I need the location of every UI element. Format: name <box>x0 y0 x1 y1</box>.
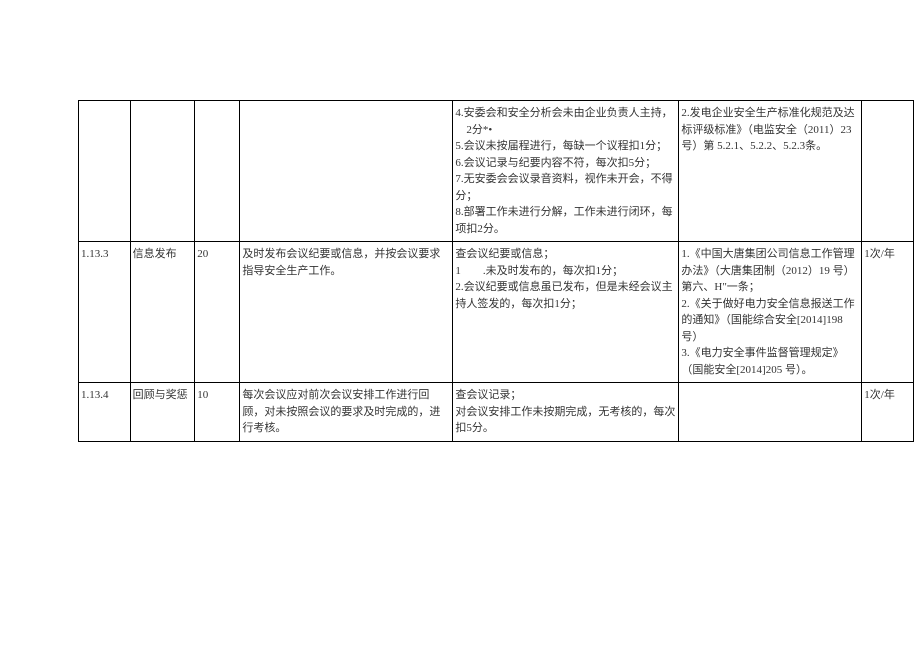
criteria-table: 4.安委会和安全分析会未由企业负责人主持， 2分*• 5.会议未按届程进行，每缺… <box>78 100 914 442</box>
cell-score <box>195 101 240 242</box>
cell-name <box>130 101 195 242</box>
cell-freq: 1次/年 <box>862 242 914 383</box>
cell-desc: 及时发布会议纪要或信息，并按会议要求指导安全生产工作。 <box>240 242 453 383</box>
cell-name: 信息发布 <box>130 242 195 383</box>
cell-freq <box>862 101 914 242</box>
cell-desc <box>240 101 453 242</box>
cell-name: 回顾与奖惩 <box>130 383 195 442</box>
cell-basis: 1.《中国大唐集团公司信息工作管理办法》（大唐集团制（2012）19 号）第六、… <box>679 242 862 383</box>
table-row: 4.安委会和安全分析会未由企业负责人主持， 2分*• 5.会议未按届程进行，每缺… <box>79 101 914 242</box>
cell-criteria: 查会议纪要或信息； 1 .未及时发布的，每次扣1分； 2.会议纪要或信息虽已发布… <box>453 242 679 383</box>
cell-basis: 2.发电企业安全生产标准化规范及达标评级标准》（电监安全（2011）23 号）第… <box>679 101 862 242</box>
cell-score: 10 <box>195 383 240 442</box>
table-row: 1.13.3 信息发布 20 及时发布会议纪要或信息，并按会议要求指导安全生产工… <box>79 242 914 383</box>
cell-desc: 每次会议应对前次会议安排工作进行回顾，对未按照会议的要求及时完成的，进行考核。 <box>240 383 453 442</box>
cell-score: 20 <box>195 242 240 383</box>
document-page: 4.安委会和安全分析会未由企业负责人主持， 2分*• 5.会议未按届程进行，每缺… <box>0 0 920 651</box>
cell-id: 1.13.4 <box>79 383 131 442</box>
cell-basis <box>679 383 862 442</box>
cell-id: 1.13.3 <box>79 242 131 383</box>
table-row: 1.13.4 回顾与奖惩 10 每次会议应对前次会议安排工作进行回顾，对未按照会… <box>79 383 914 442</box>
cell-freq: 1次/年 <box>862 383 914 442</box>
cell-criteria: 查会议记录； 对会议安排工作未按期完成，无考核的，每次扣5分。 <box>453 383 679 442</box>
cell-criteria: 4.安委会和安全分析会未由企业负责人主持， 2分*• 5.会议未按届程进行，每缺… <box>453 101 679 242</box>
cell-id <box>79 101 131 242</box>
